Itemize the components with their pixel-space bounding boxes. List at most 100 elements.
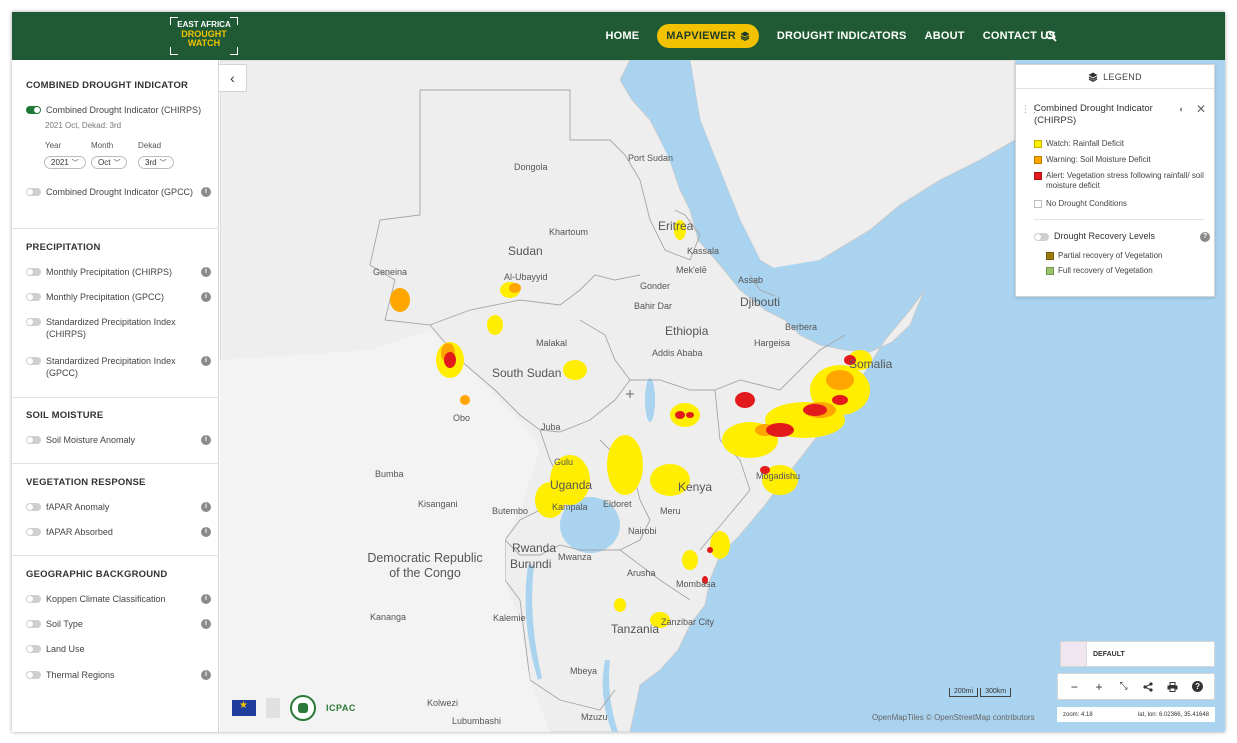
opacity-icon[interactable]: ◐ bbox=[1179, 104, 1184, 114]
layer-cdi-chirps[interactable]: Combined Drought Indicator (CHIRPS) bbox=[26, 104, 211, 116]
layer-monthly-precip-gpcc[interactable]: Monthly Precipitation (GPCC) i bbox=[26, 291, 211, 303]
layer-label: fAPAR Anomaly bbox=[46, 502, 110, 512]
layer-soil-type[interactable]: Soil Type i bbox=[26, 618, 211, 630]
scale-miles: 200mi bbox=[949, 688, 979, 697]
section-title-geographic: GEOGRAPHIC BACKGROUND bbox=[26, 569, 168, 580]
legend-swatch bbox=[1046, 267, 1054, 275]
toggle-switch[interactable] bbox=[26, 620, 41, 628]
place-label: Al-Ubayyid bbox=[504, 272, 548, 282]
toggle-switch[interactable] bbox=[26, 503, 41, 511]
nav-about[interactable]: ABOUT bbox=[925, 30, 965, 42]
legend-swatch bbox=[1046, 252, 1054, 260]
layer-fapar-absorbed[interactable]: fAPAR Absorbed i bbox=[26, 526, 211, 538]
toggle-switch[interactable] bbox=[26, 268, 41, 276]
toggle-switch[interactable] bbox=[1034, 233, 1049, 241]
nav-drought-indicators[interactable]: DROUGHT INDICATORS bbox=[777, 30, 907, 42]
east-africa-drought-watch-logo[interactable]: EAST AFRICA DROUGHT WATCH bbox=[170, 17, 238, 55]
info-icon[interactable]: i bbox=[201, 619, 211, 629]
legend-swatch bbox=[1034, 140, 1042, 148]
place-label: Malakal bbox=[536, 338, 568, 348]
place-label: Bumba bbox=[375, 469, 404, 479]
dekad-value: 3rd bbox=[145, 158, 157, 167]
layer-soil-moisture-anomaly[interactable]: Soil Moisture Anomaly i bbox=[26, 434, 211, 446]
place-label: Mbeya bbox=[570, 666, 598, 676]
place-label: Obo bbox=[453, 413, 471, 423]
year-select[interactable]: 2021 ﹀ bbox=[44, 156, 86, 169]
place-label: Mek'elē bbox=[676, 265, 707, 275]
share-icon[interactable] bbox=[1139, 678, 1157, 696]
toggle-switch[interactable] bbox=[26, 595, 41, 603]
layer-thermal-regions[interactable]: Thermal Regions i bbox=[26, 669, 211, 681]
layer-monthly-precip-chirps[interactable]: Monthly Precipitation (CHIRPS) i bbox=[26, 266, 211, 278]
latlon-readout: lat, lon: 6.02366, 35.41648 bbox=[1137, 711, 1209, 718]
info-icon[interactable]: i bbox=[201, 435, 211, 445]
legend-layer-title: Combined Drought Indicator (CHIRPS) bbox=[1034, 103, 1153, 126]
legend-item-watch: Watch: Rainfall Deficit bbox=[1034, 139, 1210, 149]
toggle-switch[interactable] bbox=[26, 106, 41, 114]
toggle-switch[interactable] bbox=[26, 436, 41, 444]
place-label: Eldoret bbox=[603, 499, 632, 509]
scale-bar: 200mi 300km bbox=[949, 688, 1012, 697]
map-attribution[interactable]: OpenMapTiles © OpenStreetMap contributor… bbox=[872, 713, 1035, 722]
info-icon[interactable]: i bbox=[201, 527, 211, 537]
place-label: Mzuzu bbox=[581, 712, 608, 722]
info-icon[interactable]: i bbox=[201, 292, 211, 302]
layer-koppen[interactable]: Koppen Climate Classification i bbox=[26, 593, 211, 605]
nav-mapviewer[interactable]: MAPVIEWER bbox=[657, 24, 759, 48]
fullscreen-icon[interactable]: ⤡ bbox=[1115, 678, 1133, 696]
search-icon[interactable] bbox=[1045, 30, 1057, 42]
month-select[interactable]: Oct ﹀ bbox=[91, 156, 128, 169]
info-icon[interactable]: i bbox=[201, 267, 211, 277]
zoom-out-icon[interactable]: − bbox=[1065, 678, 1083, 696]
info-icon[interactable]: i bbox=[201, 670, 211, 680]
layer-fapar-anomaly[interactable]: fAPAR Anomaly i bbox=[26, 501, 211, 513]
layer-land-use[interactable]: Land Use bbox=[26, 643, 211, 655]
info-icon[interactable]: i bbox=[201, 502, 211, 512]
logo-line-3: WATCH bbox=[187, 38, 221, 48]
section-title-cdi: COMBINED DROUGHT INDICATOR bbox=[26, 80, 189, 91]
info-icon[interactable]: i bbox=[201, 356, 211, 366]
print-icon[interactable] bbox=[1164, 678, 1182, 696]
place-label: Eritrea bbox=[658, 219, 694, 233]
info-icon[interactable]: i bbox=[201, 187, 211, 197]
dekad-label: Dekad bbox=[138, 141, 162, 150]
collapse-sidebar-button[interactable]: ‹ bbox=[219, 64, 247, 92]
toggle-switch[interactable] bbox=[26, 528, 41, 536]
place-label: Bahir Dar bbox=[634, 301, 673, 311]
zoom-in-icon[interactable]: + bbox=[1090, 678, 1108, 696]
map-toolbar: − + ⤡ ? bbox=[1057, 673, 1215, 700]
eu-flag-icon bbox=[232, 700, 256, 716]
layer-spi-chirps[interactable]: Standardized Precipitation Index (CHIRPS… bbox=[26, 316, 211, 340]
basemap-switcher[interactable]: DEFAULT bbox=[1060, 641, 1215, 667]
layer-spi-gpcc[interactable]: Standardized Precipitation Index (GPCC) … bbox=[26, 355, 211, 379]
toggle-switch[interactable] bbox=[26, 671, 41, 679]
layer-drought-recovery[interactable]: Drought Recovery Levels ? bbox=[1034, 231, 1210, 242]
layer-cdi-gpcc[interactable]: Combined Drought Indicator (GPCC) i bbox=[26, 186, 211, 198]
month-label: Month bbox=[91, 141, 114, 150]
place-label: Ethiopia bbox=[665, 324, 709, 338]
toggle-switch[interactable] bbox=[26, 318, 41, 326]
info-icon[interactable]: i bbox=[201, 594, 211, 604]
place-label: Democratic Republic of the Congo bbox=[367, 551, 483, 580]
layer-label: Combined Drought Indicator (CHIRPS) bbox=[46, 105, 202, 115]
place-label: Kampala bbox=[552, 502, 588, 512]
toggle-switch[interactable] bbox=[26, 645, 41, 653]
toggle-switch[interactable] bbox=[26, 357, 41, 365]
nav-home[interactable]: HOME bbox=[605, 30, 639, 42]
layer-label: Standardized Precipitation Index (GPCC) bbox=[46, 356, 176, 378]
place-label: Kisangani bbox=[418, 499, 458, 509]
close-icon[interactable]: ✕ bbox=[1196, 102, 1206, 116]
legend-swatch bbox=[1034, 172, 1042, 180]
place-label: Kassala bbox=[687, 246, 720, 256]
layers-icon bbox=[1088, 72, 1098, 82]
app-frame: EAST AFRICA DROUGHT WATCH HOME MAPVIEWER… bbox=[12, 12, 1225, 732]
help-icon[interactable]: ? bbox=[1189, 678, 1207, 696]
place-label: Zanzibar City bbox=[661, 617, 715, 627]
toggle-switch[interactable] bbox=[26, 188, 41, 196]
layer-label: Monthly Precipitation (CHIRPS) bbox=[46, 267, 173, 277]
place-label: Mogadishu bbox=[756, 471, 801, 481]
toggle-switch[interactable] bbox=[26, 293, 41, 301]
info-icon[interactable]: ? bbox=[1200, 232, 1210, 242]
dekad-select[interactable]: 3rd ﹀ bbox=[138, 156, 174, 169]
icpac-logo-text: ICPAC bbox=[326, 703, 356, 713]
